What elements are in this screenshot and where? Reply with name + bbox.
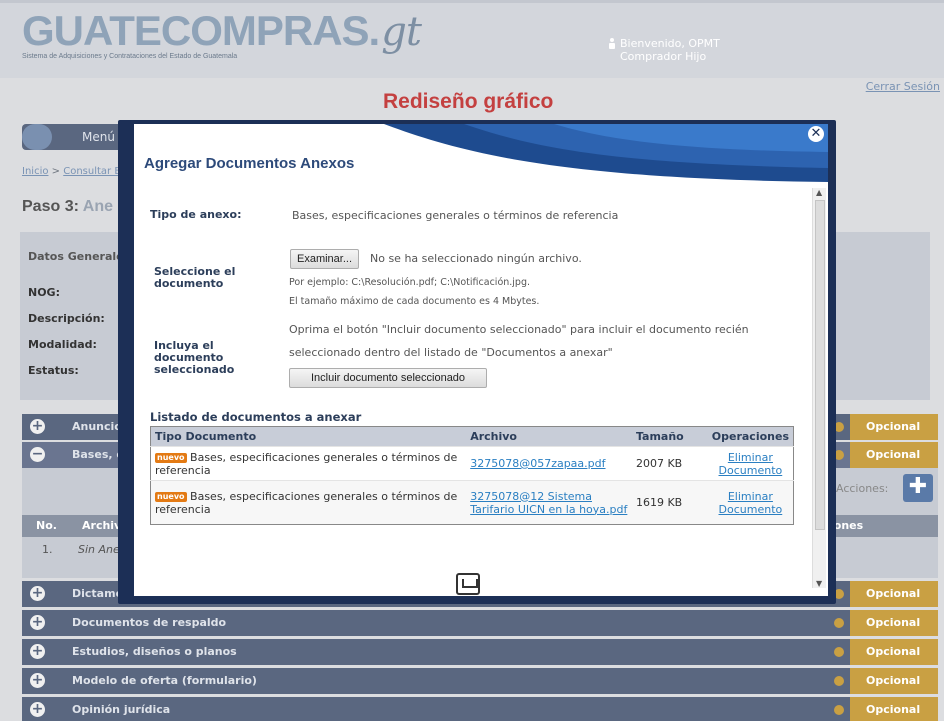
col-tipo: Tipo Documento: [150, 426, 467, 447]
welcome-line-2: Comprador Hijo: [620, 50, 707, 63]
table-row: nuevo Bases, especificaciones generales …: [150, 480, 794, 525]
section-title: Modelo de oferta (formulario): [72, 674, 257, 687]
delete-document-link[interactable]: Eliminar Documento: [719, 490, 783, 516]
logo[interactable]: GUATECOMPRAS.gt: [22, 7, 422, 55]
logo-text: GUATECOMPRAS.: [22, 7, 380, 54]
expand-icon[interactable]: +: [30, 644, 45, 659]
modal-scrollbar[interactable]: ▲ ▼: [812, 188, 826, 588]
optional-badge: Opcional: [834, 581, 938, 607]
cell-tipo: nuevo Bases, especificaciones generales …: [150, 446, 467, 481]
section-header[interactable]: + Modelo de oferta (formulario) Opcional: [22, 668, 938, 694]
breadcrumb-separator: >: [51, 166, 61, 177]
section-title: Documentos de respaldo: [72, 616, 227, 629]
section-title: Opinión jurídica: [72, 703, 171, 716]
welcome-box: Bienvenido, OPMT Comprador Hijo: [609, 37, 720, 63]
documents-table: Tipo Documento Archivo Tamaño Operacione…: [150, 426, 794, 525]
breadcrumb: Inicio > Consultar B: [22, 166, 121, 177]
expand-icon[interactable]: +: [30, 673, 45, 688]
logo-subtitle: Sistema de Adquisiciones y Contratacione…: [22, 53, 238, 60]
optional-badge: Opcional: [834, 610, 938, 636]
section-header[interactable]: + Estudios, diseños o planos Opcional: [22, 639, 938, 665]
section-header[interactable]: + Opinión jurídica Opcional: [22, 697, 938, 721]
incluir-button[interactable]: Incluir documento seleccionado: [289, 368, 487, 388]
col-no: No.: [36, 519, 57, 532]
incluya-text-2: seleccionado dentro del listado de "Docu…: [289, 346, 613, 359]
tipo-text: Bases, especificaciones generales o térm…: [155, 450, 458, 477]
top-header: GUATECOMPRAS.gt Sistema de Adquisiciones…: [0, 0, 944, 78]
step-number: Paso 3:: [22, 198, 79, 215]
estatus-label: Estatus:: [28, 364, 79, 377]
add-document-button[interactable]: ✚: [903, 474, 933, 502]
close-icon[interactable]: ✕: [808, 126, 824, 142]
scroll-thumb[interactable]: [815, 200, 825, 530]
optional-badge: Opcional: [834, 639, 938, 665]
no-file-text: No se ha seleccionado ningún archivo.: [370, 252, 582, 265]
save-icon[interactable]: [456, 573, 480, 595]
nuevo-badge: nuevo: [155, 491, 187, 502]
row-no: 1.: [42, 543, 53, 556]
section-title: Estudios, diseños o planos: [72, 645, 237, 658]
cell-archivo: 3275078@057zapaa.pdf: [466, 446, 632, 481]
cell-op: Eliminar Documento: [707, 480, 794, 525]
expand-icon[interactable]: +: [30, 586, 45, 601]
col-archivo: Archivo: [466, 426, 632, 447]
cell-op: Eliminar Documento: [707, 446, 794, 481]
optional-badge: Opcional: [834, 668, 938, 694]
cell-tamano: 2007 KB: [631, 446, 708, 481]
tipo-text: Bases, especificaciones generales o térm…: [155, 489, 458, 516]
delete-document-link[interactable]: Eliminar Documento: [719, 451, 783, 477]
optional-badge: Opcional: [834, 414, 938, 440]
banner-title: Rediseño gráfico: [383, 90, 554, 113]
incluya-label: Incluya el documento seleccionado: [154, 339, 235, 376]
expand-icon[interactable]: +: [30, 702, 45, 717]
descripcion-label: Descripción:: [28, 312, 105, 325]
example-text: Por ejemplo: C:\Resolución.pdf; C:\Notif…: [289, 277, 531, 288]
acciones-label: Acciones:: [836, 482, 889, 495]
cell-tamano: 1619 KB: [631, 480, 708, 525]
scroll-down-icon[interactable]: ▼: [816, 579, 822, 588]
section-header[interactable]: + Documentos de respaldo Opcional: [22, 610, 938, 636]
browse-button[interactable]: Examinar...: [290, 249, 360, 269]
datos-title: Datos Generale: [28, 250, 124, 263]
modalidad-label: Modalidad:: [28, 338, 97, 351]
optional-badge: Opcional: [834, 697, 938, 721]
modal-header: Agregar Documentos Anexos: [134, 124, 828, 188]
documents-table-header: Tipo Documento Archivo Tamaño Operacione…: [150, 426, 794, 447]
file-link[interactable]: 3275078@057zapaa.pdf: [470, 457, 605, 470]
list-title: Listado de documentos a anexar: [150, 410, 362, 424]
table-row: nuevo Bases, especificaciones generales …: [150, 446, 794, 481]
tipo-value: Bases, especificaciones generales o térm…: [292, 209, 619, 222]
breadcrumb-home[interactable]: Inicio: [22, 166, 48, 177]
tipo-label: Tipo de anexo:: [150, 208, 242, 221]
modal-dialog: Agregar Documentos Anexos Tipo de anexo:…: [134, 124, 828, 596]
file-link[interactable]: 3275078@12 Sistema Tarifario UICN en la …: [470, 490, 627, 516]
breadcrumb-consultar[interactable]: Consultar B: [63, 166, 121, 177]
col-operaciones: Operaciones: [707, 426, 794, 447]
max-size-text: El tamaño máximo de cada documento es 4 …: [289, 296, 540, 307]
seleccione-label: Seleccione el documento: [154, 265, 236, 290]
collapse-icon[interactable]: −: [30, 447, 45, 462]
nog-label: NOG:: [28, 286, 60, 299]
col-tamano: Tamaño: [631, 426, 708, 447]
step-name: Ane: [82, 198, 114, 215]
menu-user-icon: [22, 124, 52, 150]
incluya-text-1: Oprima el botón "Incluir documento selec…: [289, 323, 749, 336]
cell-tipo: nuevo Bases, especificaciones generales …: [150, 480, 467, 525]
user-icon: [609, 38, 615, 49]
welcome-line-1: Bienvenido, OPMT: [620, 37, 720, 50]
logo-gt: gt: [381, 9, 422, 55]
cell-archivo: 3275078@12 Sistema Tarifario UICN en la …: [466, 480, 632, 525]
section-title: Dictame: [72, 587, 124, 600]
modal-title: Agregar Documentos Anexos: [144, 155, 355, 172]
expand-icon[interactable]: +: [30, 615, 45, 630]
nuevo-badge: nuevo: [155, 452, 187, 463]
scroll-up-icon[interactable]: ▲: [816, 188, 822, 197]
page-title: Paso 3: Ane: [22, 198, 113, 216]
optional-badge: Opcional: [834, 442, 938, 468]
expand-icon[interactable]: +: [30, 419, 45, 434]
logout-link[interactable]: Cerrar Sesión: [866, 80, 940, 93]
